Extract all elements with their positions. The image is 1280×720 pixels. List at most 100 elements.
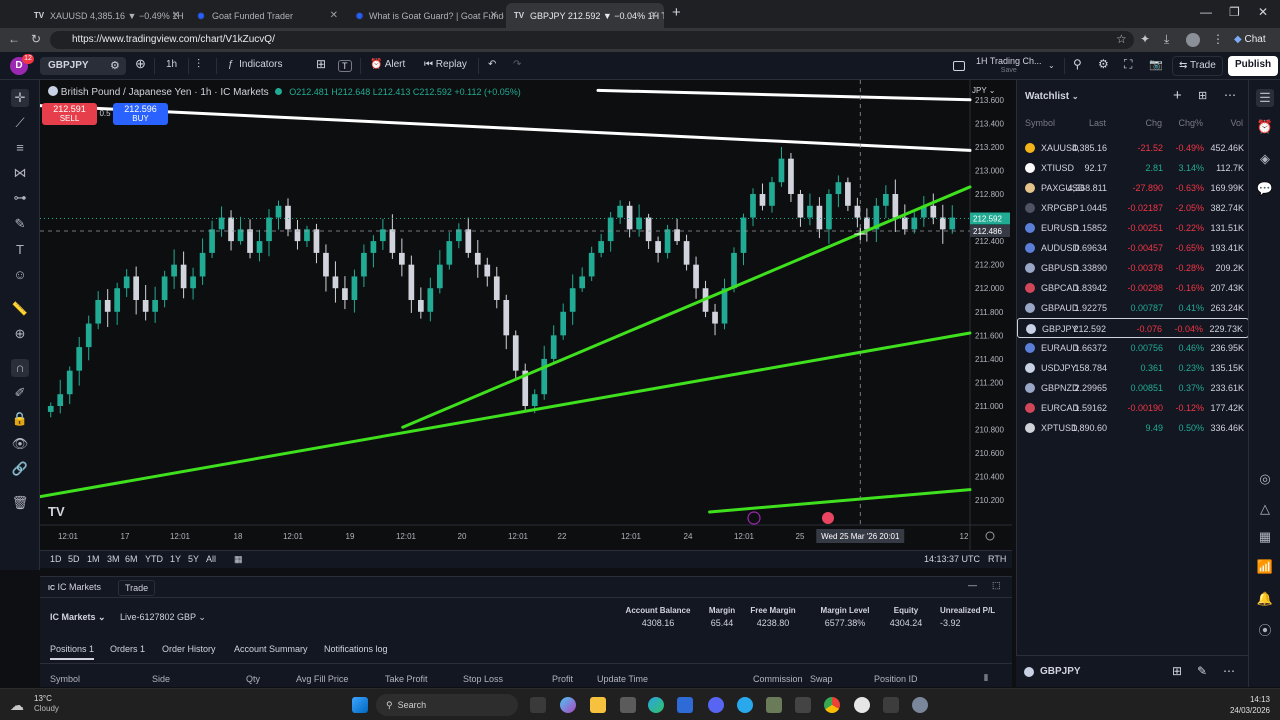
sell-button[interactable]: 212.591 SELL <box>42 103 97 125</box>
browser-tab[interactable]: ◉ Goat Funded Trader ✕ <box>188 3 344 28</box>
price-chart[interactable]: 213.600 213.400 213.200 213.000 212.800 212.4… <box>40 80 1012 550</box>
col-position-id[interactable]: Position ID <box>874 674 918 684</box>
data-window-icon[interactable]: ◈ <box>1256 150 1274 168</box>
indicators-button[interactable]: ƒ Indicators <box>228 59 282 70</box>
link-icon[interactable]: 🔗 <box>11 460 29 478</box>
range-3m[interactable]: 3M <box>107 554 120 564</box>
quick-search-icon[interactable]: ⚲ <box>1073 57 1082 71</box>
watchlist-icon[interactable]: ☰ <box>1256 89 1274 107</box>
col-last[interactable]: Last <box>1089 118 1106 128</box>
broker-select[interactable]: IC Markets ⌄ <box>50 612 106 623</box>
watchlist-row[interactable]: USDJPY 158.784 0.361 0.23% 135.15K <box>1017 358 1249 378</box>
browser-tab[interactable]: ◉ What is Goat Guard? | Goat Funde... ✕ <box>348 3 504 28</box>
add-symbol-icon[interactable]: + <box>1173 87 1182 104</box>
column-settings-icon[interactable]: ⦀ <box>984 673 988 684</box>
edge-icon[interactable] <box>648 697 664 713</box>
range-ytd[interactable]: YTD <box>145 554 163 564</box>
chart-canvas[interactable]: 213.600 213.400 213.200 213.000 212.800 212.4… <box>40 80 1012 550</box>
undo-icon[interactable]: ↶ <box>488 59 496 70</box>
edit-icon[interactable]: ✎ <box>1197 664 1207 678</box>
emoji-icon[interactable]: ☺ <box>11 266 29 284</box>
range-1m[interactable]: 1M <box>87 554 100 564</box>
minimize-icon[interactable]: — <box>1200 5 1212 19</box>
close-window-icon[interactable]: ✕ <box>1258 5 1268 19</box>
tab-positions[interactable]: Positions 1 <box>50 644 95 660</box>
trade-button[interactable]: ⇆ Trade <box>1172 56 1223 76</box>
col-commission[interactable]: Commission <box>753 674 803 684</box>
range-5d[interactable]: 5D <box>68 554 80 564</box>
watchlist-layout-icon[interactable]: ⊞ <box>1198 89 1207 102</box>
col-avg-fill-price[interactable]: Avg Fill Price <box>296 674 348 684</box>
maximize-icon[interactable]: ❐ <box>1229 5 1240 19</box>
tab-account-summary[interactable]: Account Summary <box>234 644 308 654</box>
range-1y[interactable]: 1Y <box>170 554 181 564</box>
broker-tab[interactable]: IC IC Markets <box>48 582 101 592</box>
close-icon[interactable]: ✕ <box>330 10 338 21</box>
system-clock[interactable]: 14:13 24/03/2026 <box>1206 694 1270 716</box>
watchlist-row[interactable]: GBPNZD 2.29965 0.00851 0.37% 233.61K <box>1017 378 1249 398</box>
app-icon[interactable] <box>620 697 636 713</box>
chevron-down-icon[interactable]: ⌄ <box>1048 61 1055 70</box>
col-side[interactable]: Side <box>152 674 170 684</box>
back-icon[interactable]: ← <box>8 32 20 46</box>
download-icon[interactable]: ⤓ <box>1164 32 1169 47</box>
range-1d[interactable]: 1D <box>50 554 62 564</box>
watchlist-row[interactable]: GBPUSD 1.33890 -0.00378 -0.28% 209.2K <box>1017 258 1249 278</box>
zoom-in-icon[interactable]: ⊕ <box>11 325 29 343</box>
weather-widget[interactable]: 13°C Cloudy <box>34 694 59 714</box>
bookmark-star-icon[interactable]: ☆ <box>1116 32 1127 46</box>
replay-button[interactable]: ⏮ Replay <box>424 59 467 70</box>
brush-icon[interactable]: ✎ <box>11 215 29 233</box>
col-swap[interactable]: Swap <box>810 674 833 684</box>
snapshot-camera-icon[interactable]: 📷 <box>1149 58 1163 71</box>
watchlist-row[interactable]: EURAUD 1.66372 0.00756 0.46% 236.95K <box>1017 338 1249 358</box>
trend-line-icon[interactable]: ⟋ <box>11 114 29 132</box>
calculator-icon[interactable] <box>795 697 811 713</box>
col-chg-percent[interactable]: Chg% <box>1178 118 1203 128</box>
pine-icon[interactable]: △ <box>1256 500 1274 518</box>
apps-grid-icon[interactable]: ⦿ <box>1256 622 1274 640</box>
watchlist-row[interactable]: GBPJPY 212.592 -0.076 -0.04% 229.73K <box>1017 318 1249 338</box>
goto-date-icon[interactable]: ▦ <box>234 554 243 565</box>
watchlist-row[interactable]: EURUSD 1.15852 -0.00251 -0.22% 131.51K <box>1017 218 1249 238</box>
browser-tab[interactable]: TV XAUUSD 4,385.16 ▼ −0.49% 1H Ti... ✕ <box>26 3 186 28</box>
watchlist-row[interactable]: PAXGUSD 4,368.811 -27.890 -0.63% 169.99K <box>1017 178 1249 198</box>
close-icon[interactable]: ✕ <box>490 10 498 21</box>
maximize-panel-icon[interactable]: ⬚ <box>992 580 1001 591</box>
col-chg[interactable]: Chg <box>1145 118 1162 128</box>
watchlist-more-icon[interactable]: ⋯ <box>1224 88 1236 102</box>
col-qty[interactable]: Qty <box>246 674 260 684</box>
layout-icon[interactable]: ⊞ <box>1172 664 1182 678</box>
alert-button[interactable]: ⏰ Alert <box>370 59 405 70</box>
mail-icon[interactable] <box>677 697 693 713</box>
col-update-time[interactable]: Update Time <box>597 674 648 684</box>
timezone-label[interactable]: 14:13:37 UTC <box>924 554 980 564</box>
watchlist-row[interactable]: EURCAD 1.59162 -0.00190 -0.12% 177.42K <box>1017 398 1249 418</box>
file-explorer-icon[interactable] <box>590 697 606 713</box>
lock-drawings-icon[interactable]: ✐ <box>11 384 29 402</box>
magnet-icon[interactable]: ∩ <box>11 359 29 377</box>
session-label[interactable]: RTH <box>988 554 1006 564</box>
settings-gear-icon[interactable] <box>912 697 928 713</box>
url-input[interactable]: https://www.tradingview.com/chart/V1kZuc… <box>50 31 1134 49</box>
tab-order-history[interactable]: Order History <box>162 644 216 654</box>
close-icon[interactable]: ✕ <box>172 10 180 21</box>
fullscreen-icon[interactable]: ⛶ <box>1124 57 1132 72</box>
browser-menu-icon[interactable]: ⋮ <box>1212 32 1224 46</box>
layout-toggle-icon[interactable] <box>953 61 965 71</box>
close-icon[interactable]: ✕ <box>650 10 658 21</box>
range-5y[interactable]: 5Y <box>188 554 199 564</box>
fib-icon[interactable]: ≡ <box>11 139 29 157</box>
redo-icon[interactable]: ↷ <box>513 59 521 70</box>
chat-button[interactable]: ◆ Chat <box>1234 34 1266 45</box>
calendar-icon[interactable]: ▦ <box>1256 528 1274 546</box>
tab-notifications-log[interactable]: Notifications log <box>324 644 388 654</box>
templates-icon[interactable]: ⊞ <box>316 57 326 71</box>
profile-avatar[interactable] <box>1186 33 1200 47</box>
eye-icon[interactable]: 👁 <box>11 435 29 453</box>
script-icon[interactable]: T <box>338 60 352 72</box>
chrome-icon[interactable] <box>824 697 840 713</box>
github-icon[interactable] <box>854 697 870 713</box>
col-symbol[interactable]: Symbol <box>50 674 80 684</box>
reload-icon[interactable]: ↻ <box>31 32 41 46</box>
